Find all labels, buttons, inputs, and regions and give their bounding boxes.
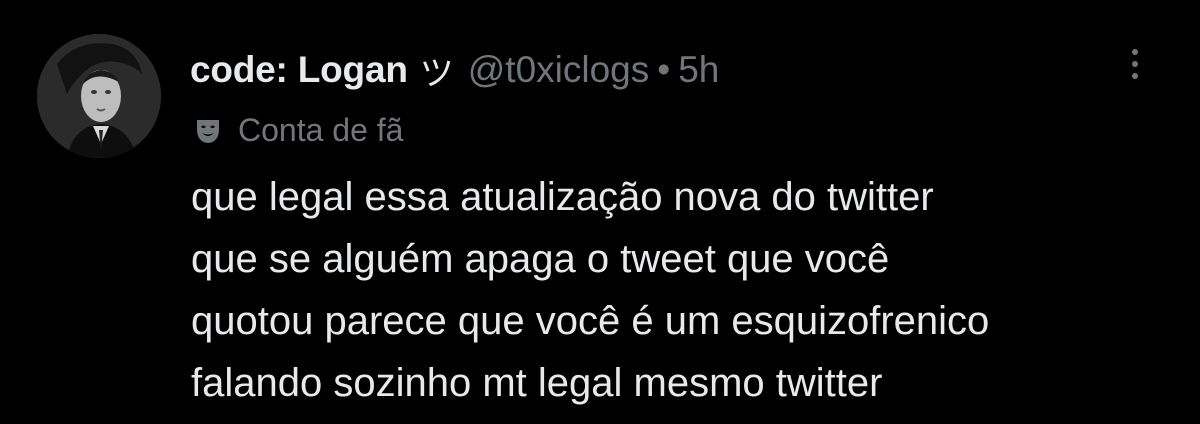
tweet-text-line: que se alguém apaga o tweet que você bbox=[191, 237, 890, 281]
avatar-image bbox=[37, 34, 161, 158]
timestamp[interactable]: 5h bbox=[678, 49, 719, 91]
account-label-text: Conta de fã bbox=[238, 111, 404, 148]
more-options-dot bbox=[1132, 73, 1138, 79]
account-label[interactable]: Conta de fã bbox=[192, 108, 403, 152]
tweet: code: Logan ツ @t0xiclogs • 5h Conta de f… bbox=[0, 0, 1200, 424]
tweet-text: que legal essa atualização nova do twitt… bbox=[191, 166, 1181, 414]
user-handle[interactable]: @t0xiclogs bbox=[468, 49, 650, 91]
tweet-text-line: falando sozinho mt legal mesmo twitter bbox=[191, 361, 883, 405]
separator-dot: • bbox=[657, 49, 671, 90]
more-options-button[interactable] bbox=[1120, 40, 1150, 88]
name-emoji: ツ bbox=[419, 53, 454, 94]
tweet-text-line: quotou parece que você é um esquizofreni… bbox=[191, 299, 990, 343]
tweet-header: code: Logan ツ @t0xiclogs • 5h bbox=[190, 42, 719, 98]
more-options-dot bbox=[1132, 61, 1138, 67]
mask-icon bbox=[197, 120, 219, 143]
avatar[interactable] bbox=[37, 34, 161, 158]
tweet-text-line: que legal essa atualização nova do twitt… bbox=[191, 175, 934, 219]
display-name[interactable]: code: Logan bbox=[190, 49, 408, 91]
more-options-icon bbox=[1132, 49, 1138, 55]
